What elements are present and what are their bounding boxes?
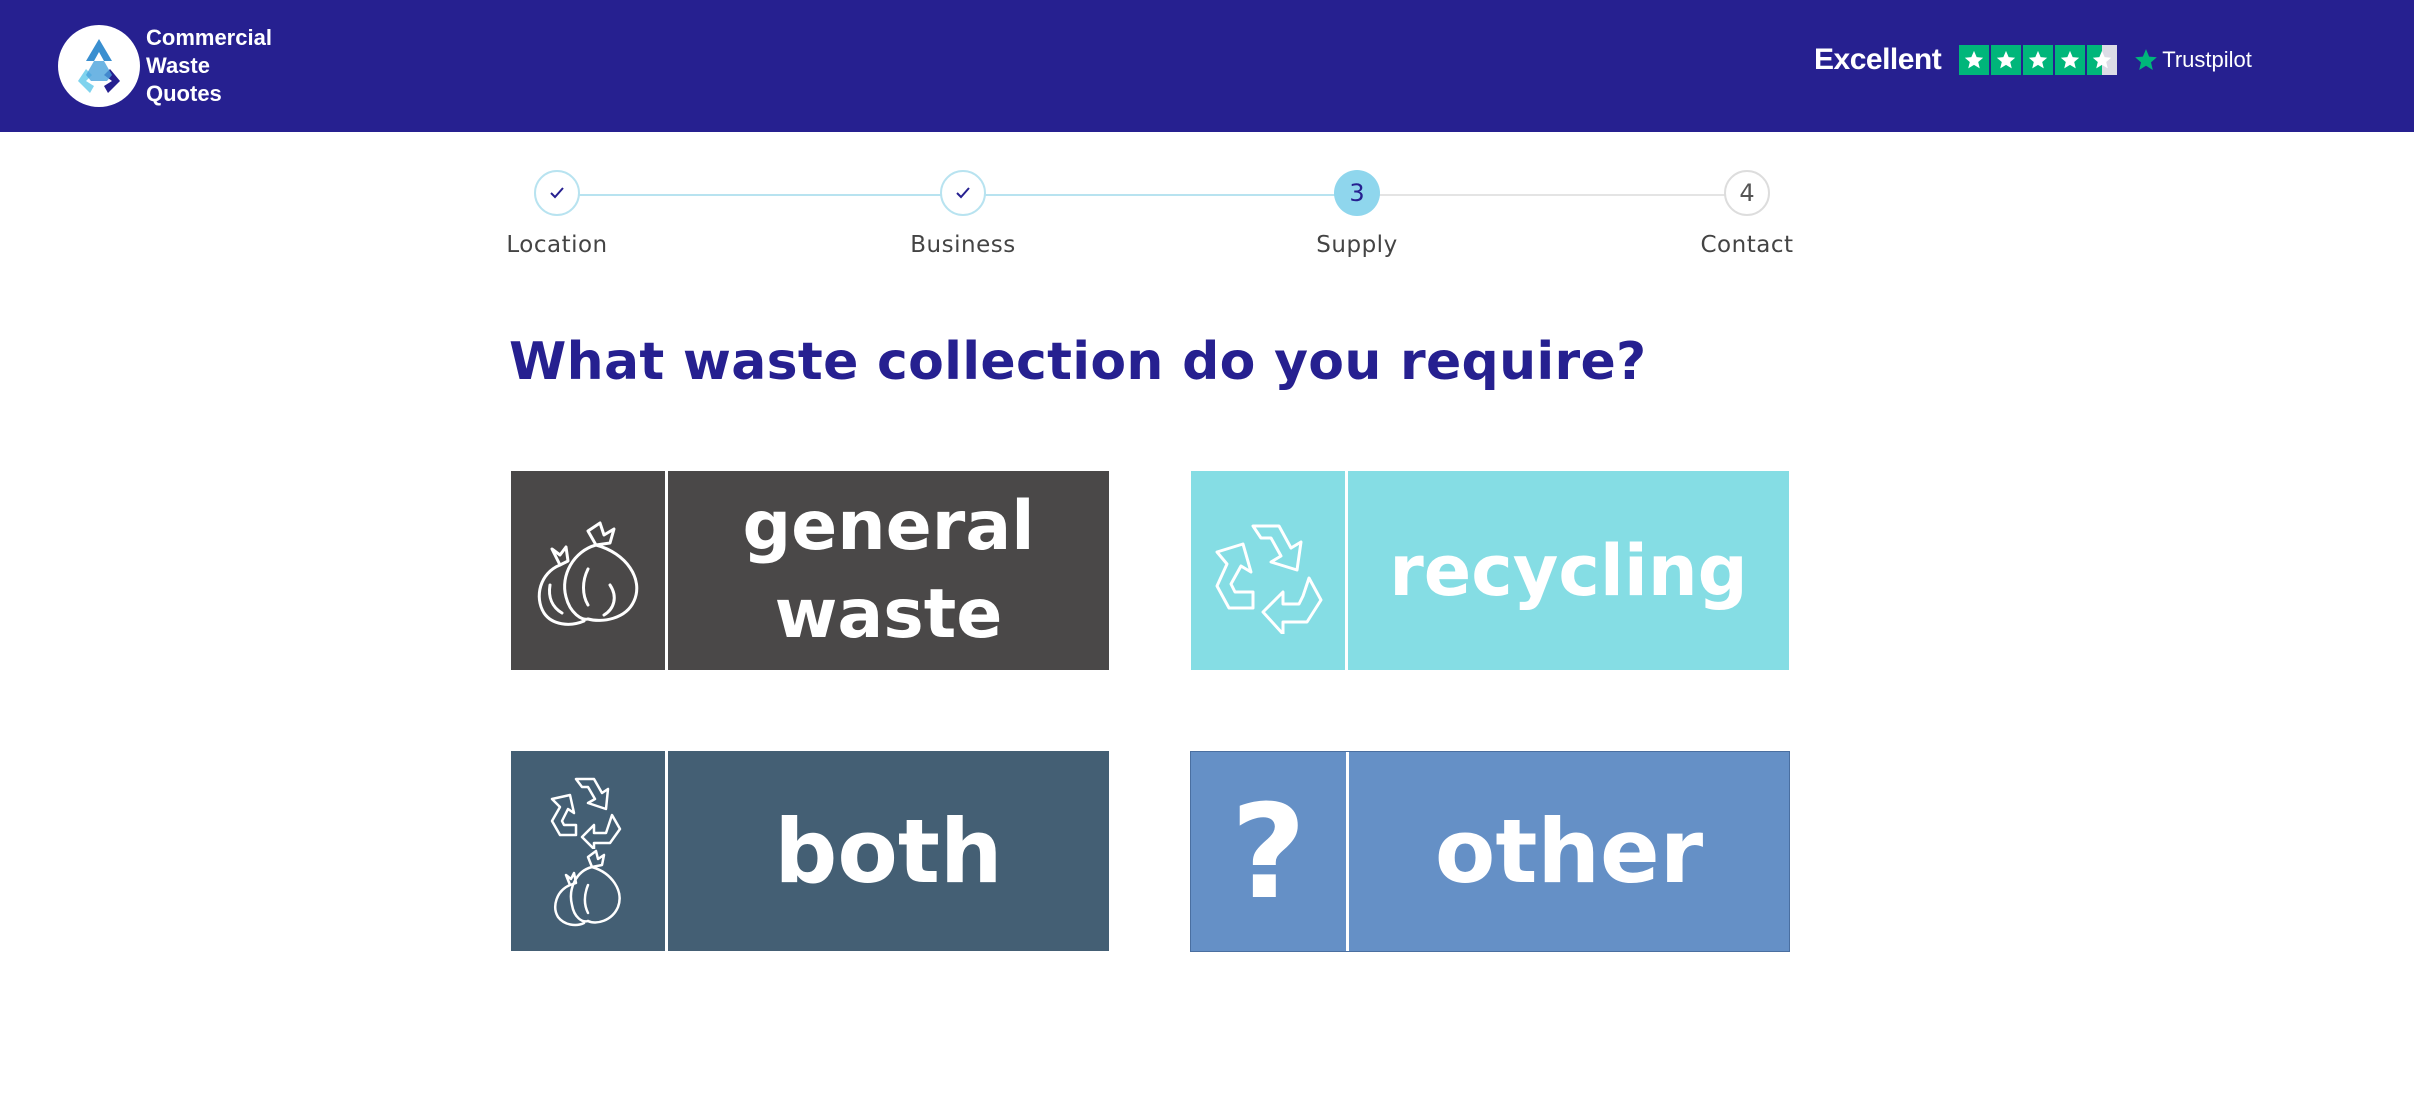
option-label-line: waste: [774, 574, 1003, 654]
step-supply: 3 Supply: [1277, 170, 1437, 258]
recycling-and-bags-icon: [511, 751, 665, 951]
trustpilot-text: Trustpilot: [2162, 47, 2252, 72]
step-location[interactable]: Location: [477, 170, 637, 258]
option-other-button[interactable]: ? other: [1190, 751, 1790, 952]
step-contact: 4 Contact: [1667, 170, 1827, 258]
question-mark-glyph: ?: [1230, 775, 1307, 928]
option-label-box: general waste: [668, 471, 1109, 670]
waste-bags-icon: [511, 471, 665, 670]
rating-label: Excellent: [1814, 43, 1942, 76]
option-general-waste-button[interactable]: general waste: [511, 471, 1109, 670]
rating-stars: [1959, 45, 2119, 75]
option-label-box: both: [668, 751, 1109, 951]
option-label: other: [1434, 800, 1704, 903]
step-label: Contact: [1700, 232, 1794, 258]
half-star-icon: [2087, 45, 2118, 75]
trustpilot-logo: Trustpilot: [2133, 47, 2252, 73]
step-number: 4: [1724, 170, 1770, 216]
brand-line: Waste: [146, 53, 210, 78]
trustpilot-widget[interactable]: Excellent Trustpilot: [1814, 40, 2252, 80]
brand-line: Commercial: [146, 25, 272, 50]
question-title: What waste collection do you require?: [509, 332, 1647, 392]
option-label: both: [774, 799, 1003, 903]
star-icon: [2055, 45, 2086, 75]
step-label: Supply: [1316, 232, 1398, 258]
trustpilot-star-icon: [2135, 49, 2158, 70]
option-label-line: general: [742, 486, 1035, 566]
star-icon: [1991, 45, 2022, 75]
option-label-box: other: [1349, 752, 1789, 951]
option-label: recycling: [1389, 529, 1748, 612]
step-number: 3: [1334, 170, 1380, 216]
brand-logo[interactable]: Commercial Waste Quotes: [58, 24, 272, 108]
option-both-button[interactable]: both: [511, 751, 1109, 951]
recycle-logo-icon: [58, 25, 140, 107]
star-icon: [2023, 45, 2054, 75]
site-header: Commercial Waste Quotes Excellent Trustp…: [0, 0, 2414, 132]
option-label-box: recycling: [1348, 471, 1789, 670]
recycling-arrows-icon: [1191, 471, 1345, 670]
step-label: Business: [910, 232, 1016, 258]
option-label: general waste: [742, 483, 1034, 659]
brand-line: Quotes: [146, 81, 222, 106]
step-business[interactable]: Business: [883, 170, 1043, 258]
step-label: Location: [506, 232, 608, 258]
progress-stepper: Location Business 3 Supply 4 Contact: [500, 170, 1800, 270]
option-recycling-button[interactable]: recycling: [1191, 471, 1789, 670]
check-icon: [940, 170, 986, 216]
question-mark-icon: ?: [1191, 752, 1346, 951]
star-icon: [1959, 45, 1990, 75]
check-icon: [534, 170, 580, 216]
brand-name: Commercial Waste Quotes: [146, 24, 272, 108]
